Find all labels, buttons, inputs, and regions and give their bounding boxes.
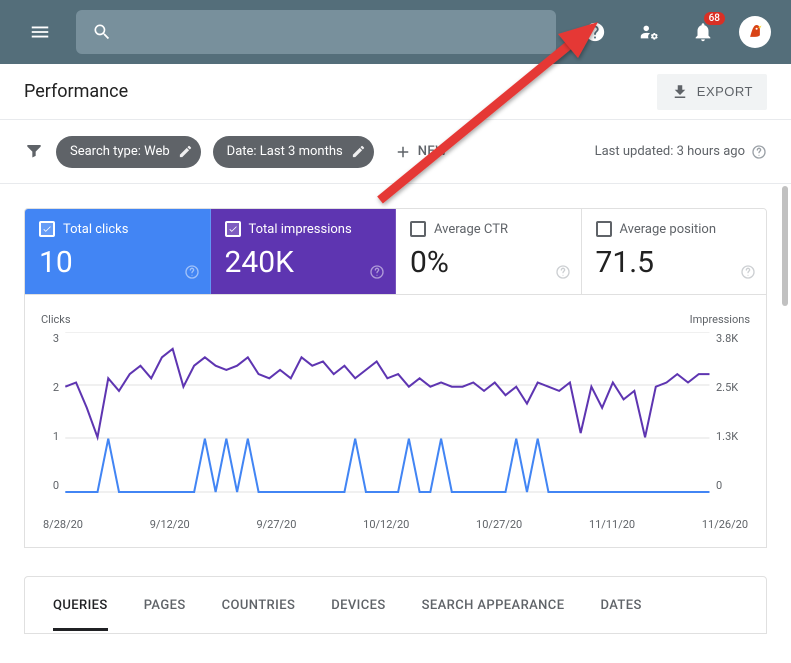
metric-total-clicks[interactable]: Total clicks 10: [25, 209, 211, 294]
help-outline-icon: [740, 264, 756, 280]
checkbox-unchecked-icon: [410, 221, 426, 237]
metric-value: 0%: [410, 245, 567, 280]
scrollbar[interactable]: [781, 186, 789, 656]
help-outline-icon: [184, 264, 200, 280]
chart-plot[interactable]: 3 2 1 0 3.8K 2.5K 1.3K 0: [41, 332, 750, 512]
metric-help[interactable]: [184, 264, 200, 284]
page-title: Performance: [24, 81, 128, 102]
chip-date-label: Date: Last 3 months: [227, 144, 343, 159]
notification-badge: 68: [704, 12, 725, 25]
metric-total-impressions[interactable]: Total impressions 240K: [211, 209, 397, 294]
export-button[interactable]: EXPORT: [657, 74, 767, 110]
metrics-row: Total clicks 10 Total impressions 240K A…: [24, 208, 767, 295]
hamburger-icon: [29, 21, 51, 43]
last-updated: Last updated: 3 hours ago: [595, 144, 767, 160]
tabs-card: QUERIES PAGES COUNTRIES DEVICES SEARCH A…: [24, 576, 767, 634]
metric-help[interactable]: [740, 264, 756, 284]
top-bar: 68: [0, 0, 791, 64]
scrollbar-thumb[interactable]: [782, 186, 788, 306]
avatar-icon: [742, 19, 768, 45]
checkbox-unchecked-icon: [596, 221, 612, 237]
checkbox-checked-icon: [39, 221, 55, 237]
top-right-icons: 68: [577, 14, 771, 50]
metric-label: Total clicks: [63, 222, 128, 237]
y-left-ticks: 3 2 1 0: [41, 332, 59, 492]
last-updated-text: Last updated: 3 hours ago: [595, 144, 745, 159]
tab-countries[interactable]: COUNTRIES: [222, 580, 296, 631]
metric-label: Average CTR: [434, 222, 508, 237]
page-header: Performance EXPORT: [0, 64, 791, 120]
new-label: NEW: [418, 144, 448, 159]
main-content: Total clicks 10 Total impressions 240K A…: [0, 184, 791, 634]
metric-average-ctr[interactable]: Average CTR 0%: [396, 209, 582, 294]
metric-average-position[interactable]: Average position 71.5: [582, 209, 767, 294]
metric-help[interactable]: [555, 264, 571, 284]
pencil-icon: [351, 144, 366, 159]
notifications-button[interactable]: 68: [685, 14, 721, 50]
help-outline-icon: [369, 264, 385, 280]
pencil-icon: [178, 144, 193, 159]
y-right-ticks: 3.8K 2.5K 1.3K 0: [716, 332, 750, 492]
tab-search-appearance[interactable]: SEARCH APPEARANCE: [422, 580, 565, 631]
help-button[interactable]: [577, 14, 613, 50]
export-label: EXPORT: [697, 84, 753, 99]
account-avatar[interactable]: [739, 16, 771, 48]
metric-value: 71.5: [596, 245, 753, 280]
tab-pages[interactable]: PAGES: [144, 580, 186, 631]
metric-label: Average position: [620, 222, 717, 237]
download-icon: [671, 83, 689, 101]
chart-card: Clicks Impressions 3 2 1 0 3.8K 2.5K 1.3…: [24, 295, 767, 548]
tabs-row: QUERIES PAGES COUNTRIES DEVICES SEARCH A…: [25, 577, 766, 633]
chip-search-type-label: Search type: Web: [70, 144, 170, 159]
chart-right-axis-label: Impressions: [690, 313, 750, 326]
chart-left-axis-label: Clicks: [41, 313, 71, 326]
tab-devices[interactable]: DEVICES: [331, 580, 385, 631]
metric-help[interactable]: [369, 264, 385, 284]
chip-date[interactable]: Date: Last 3 months: [213, 136, 374, 168]
chip-search-type[interactable]: Search type: Web: [56, 136, 201, 168]
metric-value: 10: [39, 245, 196, 280]
metric-value: 240K: [225, 245, 382, 280]
filter-button[interactable]: [24, 140, 44, 164]
search-icon: [92, 22, 112, 42]
person-gear-icon: [638, 21, 660, 43]
help-outline-icon: [555, 264, 571, 280]
help-outline-icon[interactable]: [751, 144, 767, 160]
help-icon: [584, 21, 606, 43]
chart-svg: [41, 332, 750, 512]
checkbox-checked-icon: [225, 221, 241, 237]
tab-queries[interactable]: QUERIES: [53, 580, 108, 631]
search-input[interactable]: [126, 24, 540, 41]
x-axis-ticks: 8/28/20 9/12/20 9/27/20 10/12/20 10/27/2…: [41, 518, 750, 531]
metric-label: Total impressions: [249, 222, 352, 237]
plus-icon: [394, 143, 412, 161]
filter-icon: [24, 140, 44, 160]
filter-bar: Search type: Web Date: Last 3 months NEW…: [0, 120, 791, 184]
tab-dates[interactable]: DATES: [600, 580, 641, 631]
menu-button[interactable]: [20, 12, 60, 52]
add-filter-button[interactable]: NEW: [386, 136, 456, 168]
search-box[interactable]: [76, 10, 556, 54]
users-settings-button[interactable]: [631, 14, 667, 50]
